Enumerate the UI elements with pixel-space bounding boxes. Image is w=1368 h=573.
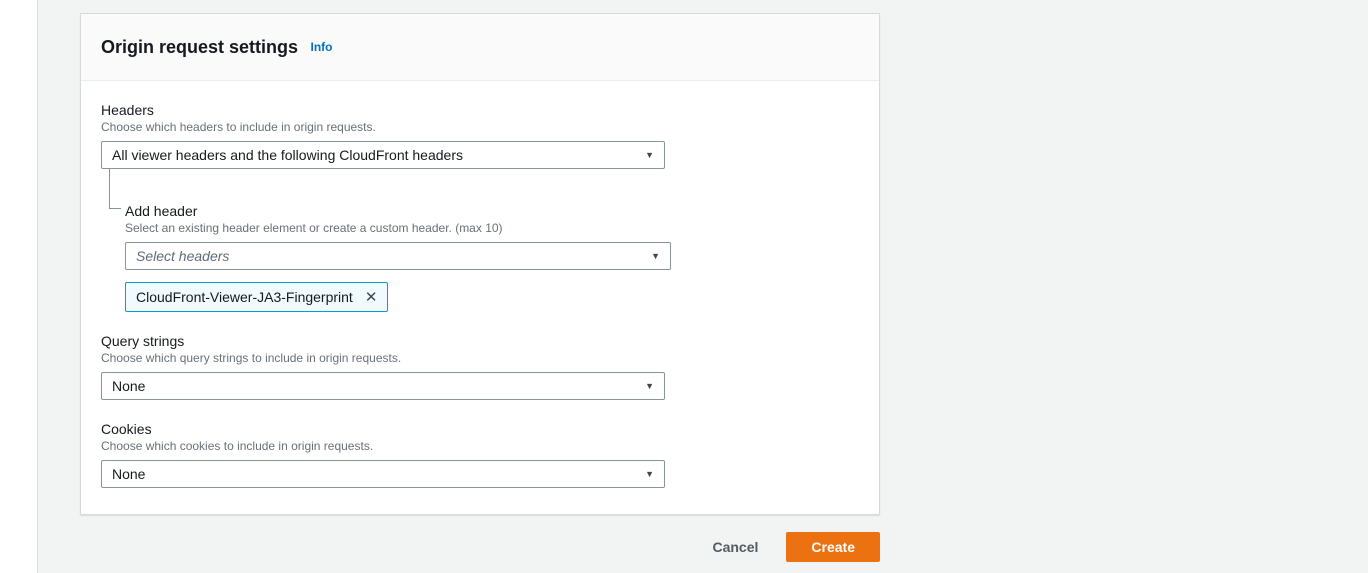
form-actions: Cancel Create <box>80 532 880 562</box>
tree-connector-line <box>109 169 121 209</box>
info-link[interactable]: Info <box>311 40 333 54</box>
side-nav-panel-edge <box>0 0 38 573</box>
query-strings-label: Query strings <box>101 332 859 350</box>
headers-field: Headers Choose which headers to include … <box>101 101 859 169</box>
headers-select[interactable]: All viewer headers and the following Clo… <box>101 141 665 169</box>
query-strings-description: Choose which query strings to include in… <box>101 350 859 366</box>
caret-down-icon: ▼ <box>645 381 654 391</box>
query-strings-select[interactable]: None ▼ <box>101 372 665 400</box>
add-header-select[interactable]: Select headers ▼ <box>125 242 671 270</box>
query-strings-select-value: None <box>112 378 145 394</box>
origin-request-settings-card: Origin request settings Info Headers Cho… <box>80 13 880 515</box>
caret-down-icon: ▼ <box>651 251 660 261</box>
caret-down-icon: ▼ <box>645 150 654 160</box>
add-header-select-placeholder: Select headers <box>136 248 229 264</box>
cookies-select-value: None <box>112 466 145 482</box>
headers-select-value: All viewer headers and the following Clo… <box>112 147 463 163</box>
caret-down-icon: ▼ <box>645 469 654 479</box>
add-header-description: Select an existing header element or cre… <box>125 220 859 236</box>
card-header: Origin request settings Info <box>81 14 879 81</box>
create-button[interactable]: Create <box>786 532 880 562</box>
headers-description: Choose which headers to include in origi… <box>101 119 859 135</box>
add-header-field: Add header Select an existing header ele… <box>125 169 859 312</box>
query-strings-field: Query strings Choose which query strings… <box>101 332 859 400</box>
cookies-label: Cookies <box>101 420 859 438</box>
headers-label: Headers <box>101 101 859 119</box>
cookies-field: Cookies Choose which cookies to include … <box>101 420 859 488</box>
token-dismiss-icon[interactable]: ✕ <box>365 290 378 305</box>
header-token: CloudFront-Viewer-JA3-Fingerprint ✕ <box>125 282 388 312</box>
card-body: Headers Choose which headers to include … <box>81 81 879 514</box>
page-title: Origin request settings <box>101 37 298 57</box>
cookies-select[interactable]: None ▼ <box>101 460 665 488</box>
add-header-label: Add header <box>125 202 859 220</box>
header-token-label: CloudFront-Viewer-JA3-Fingerprint <box>136 288 353 306</box>
cancel-button[interactable]: Cancel <box>692 533 778 561</box>
cookies-description: Choose which cookies to include in origi… <box>101 438 859 454</box>
